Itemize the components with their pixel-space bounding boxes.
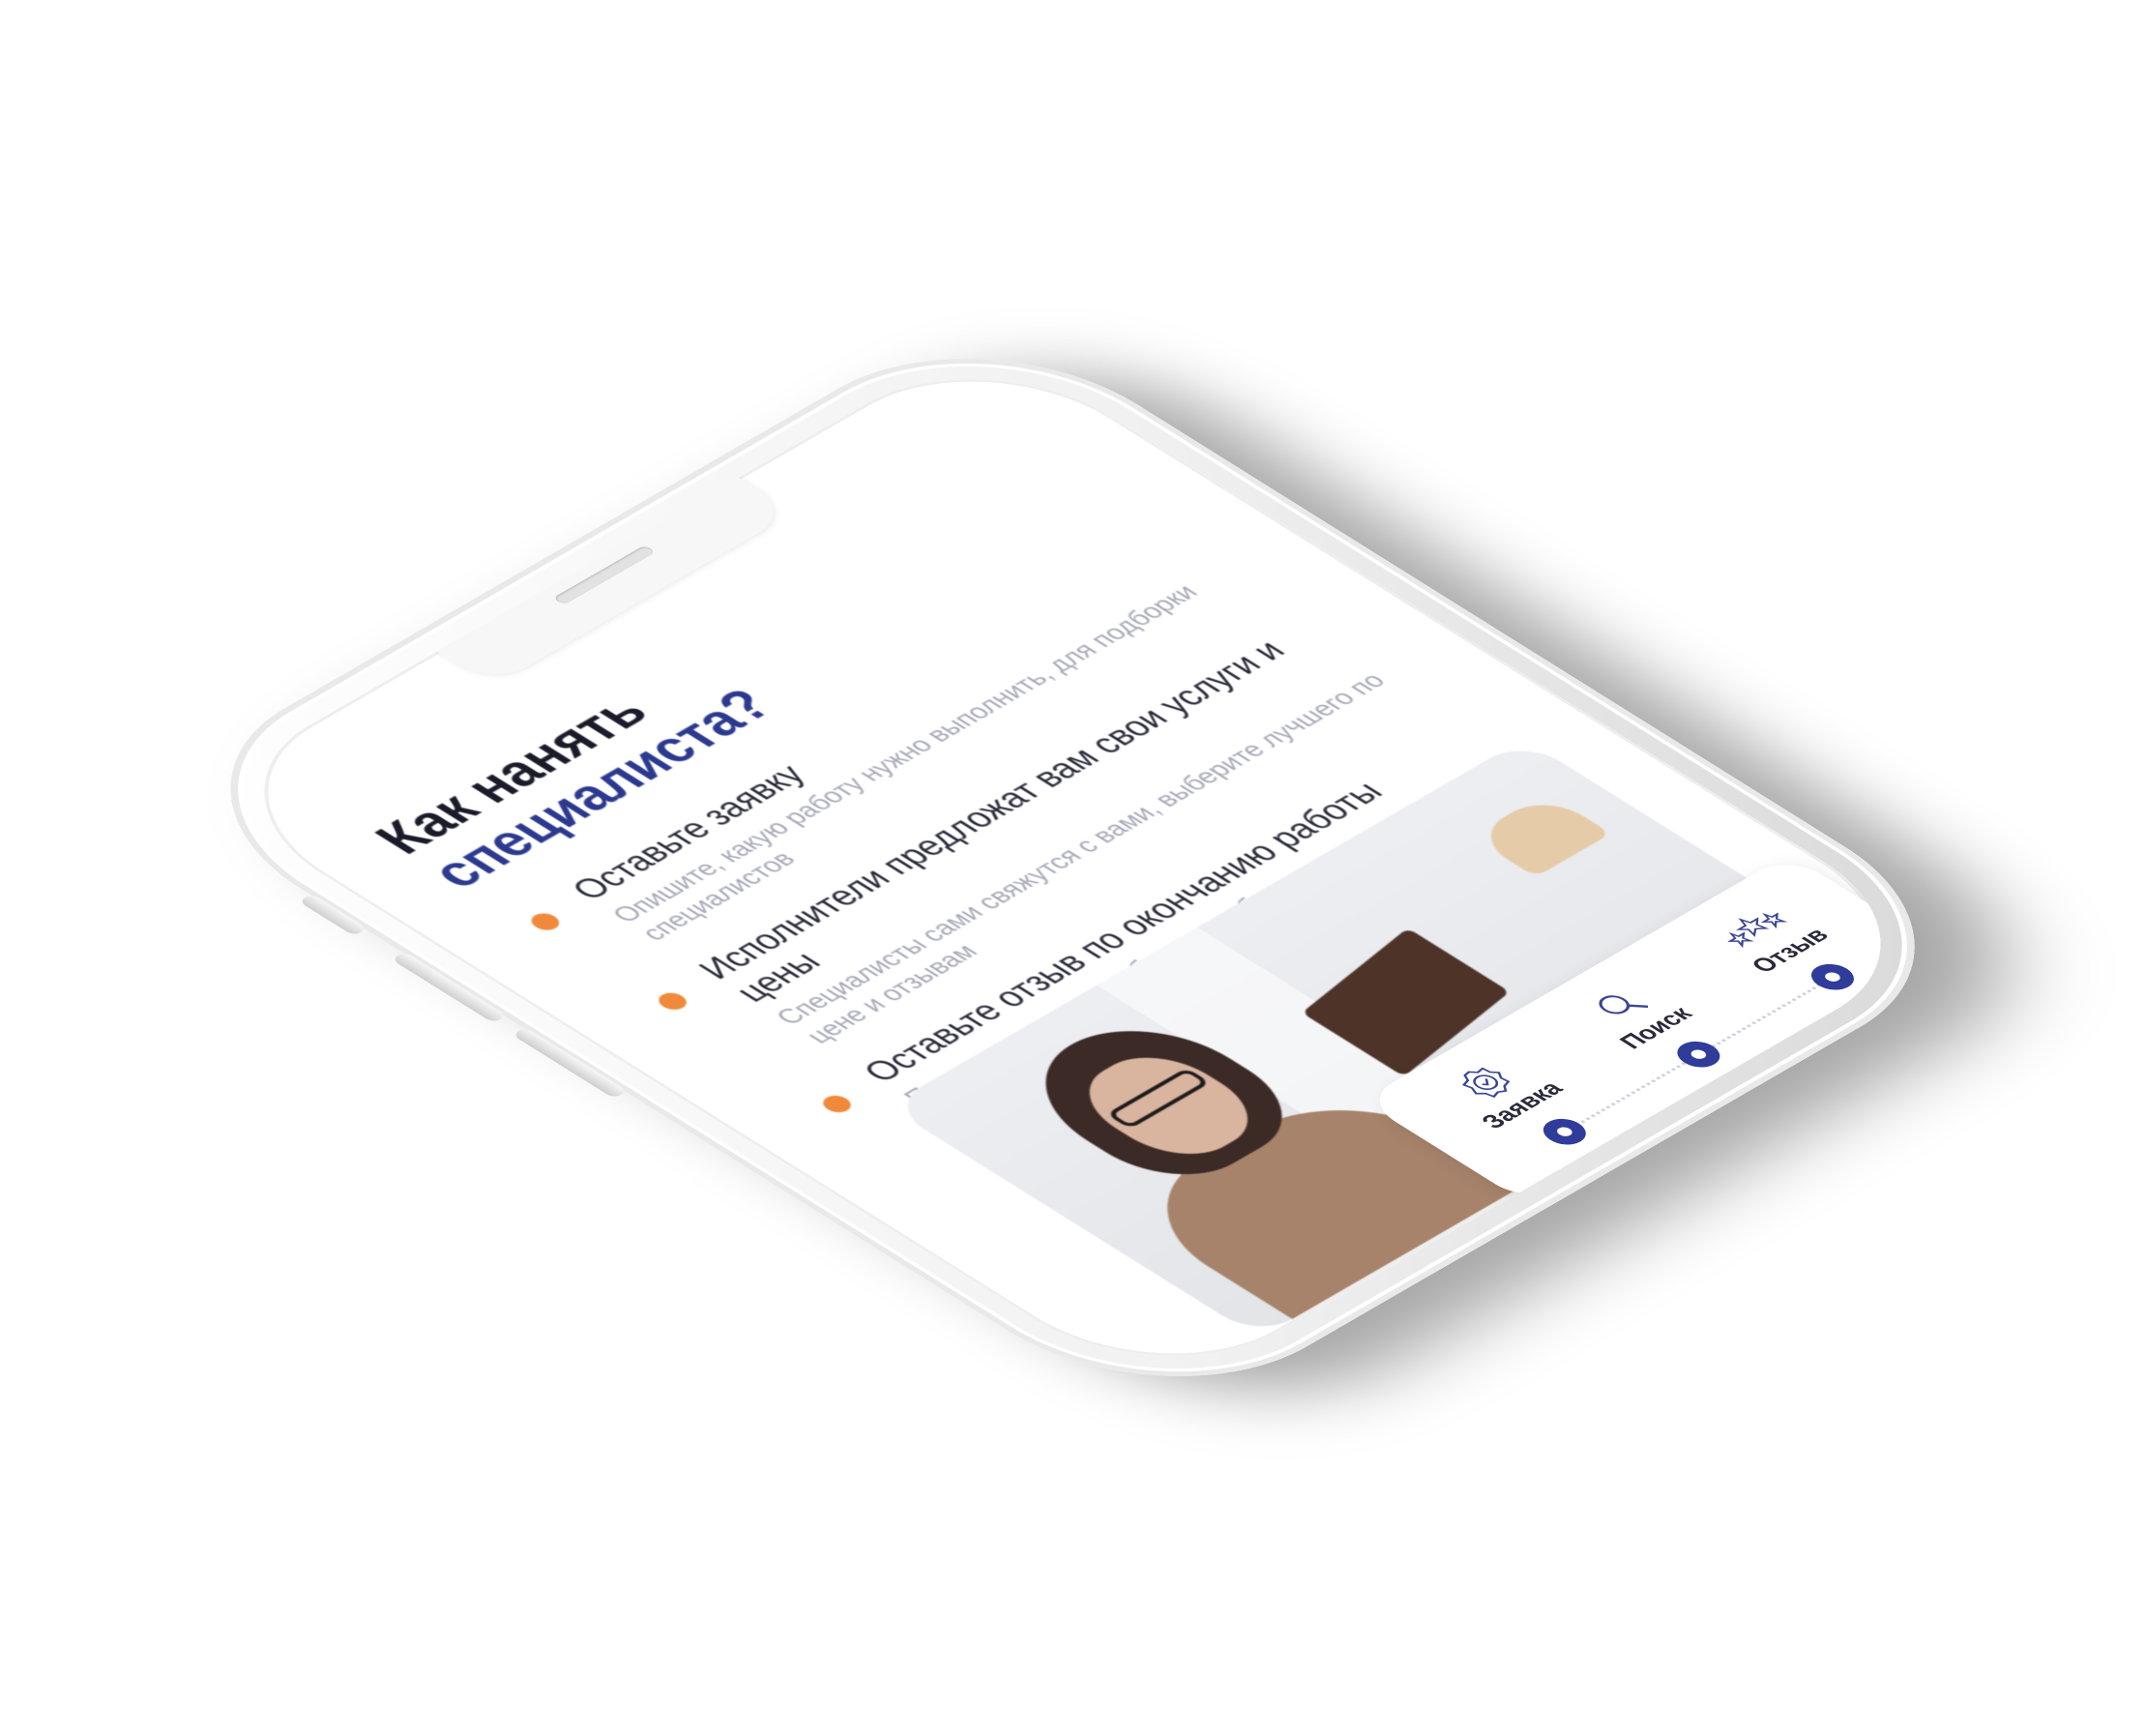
photo-lamp bbox=[1470, 792, 1611, 877]
progress-step-dot bbox=[1802, 958, 1864, 995]
step-bullet-icon bbox=[525, 909, 565, 934]
phone-screen: Как нанять специалиста? Оставьте заявку … bbox=[191, 336, 1954, 1399]
progress-step-dot bbox=[1668, 1036, 1729, 1073]
phone-body: Как нанять специалиста? Оставьте заявку … bbox=[142, 306, 2003, 1429]
phone-mute-switch bbox=[298, 893, 367, 936]
phone-mockup: Как нанять специалиста? Оставьте заявку … bbox=[142, 306, 2092, 1445]
step-bullet-icon bbox=[817, 1092, 857, 1116]
progress-step-dot bbox=[1534, 1113, 1595, 1150]
phone-speaker bbox=[552, 544, 657, 605]
mockup-stage: Как нанять специалиста? Оставьте заявку … bbox=[0, 0, 2145, 1736]
step-bullet-icon bbox=[653, 989, 692, 1014]
